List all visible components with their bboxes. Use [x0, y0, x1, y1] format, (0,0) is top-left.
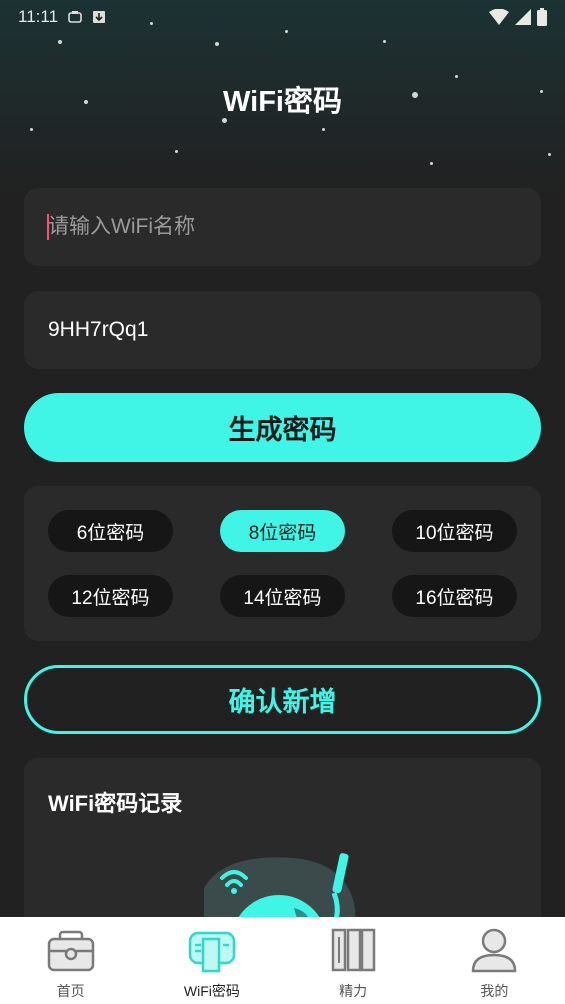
records-title: WiFi密码记录	[48, 791, 183, 816]
text-cursor	[47, 214, 49, 240]
books-icon	[331, 928, 376, 972]
wifi-name-field[interactable]	[24, 188, 541, 266]
password-length-panel: 6位密码 8位密码 10位密码 12位密码 14位密码 16位密码	[24, 486, 541, 641]
tab-wifi-password-label: WiFi密码	[183, 983, 240, 999]
password-input[interactable]	[48, 318, 517, 342]
router-icon	[188, 931, 236, 973]
bottom-tab-bar: 首页 WiFi密码 精力 我的	[0, 917, 565, 1004]
confirm-add-button[interactable]: 确认新增	[24, 665, 541, 734]
length-option-6[interactable]: 6位密码	[48, 510, 173, 552]
password-field[interactable]	[24, 291, 541, 369]
length-option-14[interactable]: 14位密码	[220, 575, 345, 617]
generate-password-button[interactable]: 生成密码	[24, 393, 541, 462]
length-option-12[interactable]: 12位密码	[48, 575, 173, 617]
page-title: WiFi密码	[223, 86, 342, 118]
length-option-10[interactable]: 10位密码	[392, 510, 517, 552]
length-option-16[interactable]: 16位密码	[392, 575, 517, 617]
wifi-name-input[interactable]	[48, 215, 517, 239]
length-option-8[interactable]: 8位密码	[220, 510, 345, 552]
tab-home-label: 首页	[56, 983, 85, 999]
user-icon	[472, 928, 517, 973]
wifi-signal-icon	[489, 9, 509, 25]
status-time: 11:11	[18, 7, 59, 26]
notification-icon	[68, 11, 82, 23]
tab-wifi-password[interactable]: WiFi密码	[141, 917, 282, 1004]
tab-mine[interactable]: 我的	[424, 917, 565, 1004]
toolbox-icon	[47, 930, 94, 972]
battery-icon	[537, 8, 547, 26]
tab-home[interactable]: 首页	[0, 917, 141, 1004]
tab-mine-label: 我的	[480, 983, 509, 999]
download-icon	[93, 11, 106, 23]
tab-energy[interactable]: 精力	[283, 917, 424, 1004]
cell-signal-icon	[515, 9, 531, 25]
status-bar: 11:11	[0, 0, 565, 34]
tab-energy-label: 精力	[339, 983, 368, 999]
